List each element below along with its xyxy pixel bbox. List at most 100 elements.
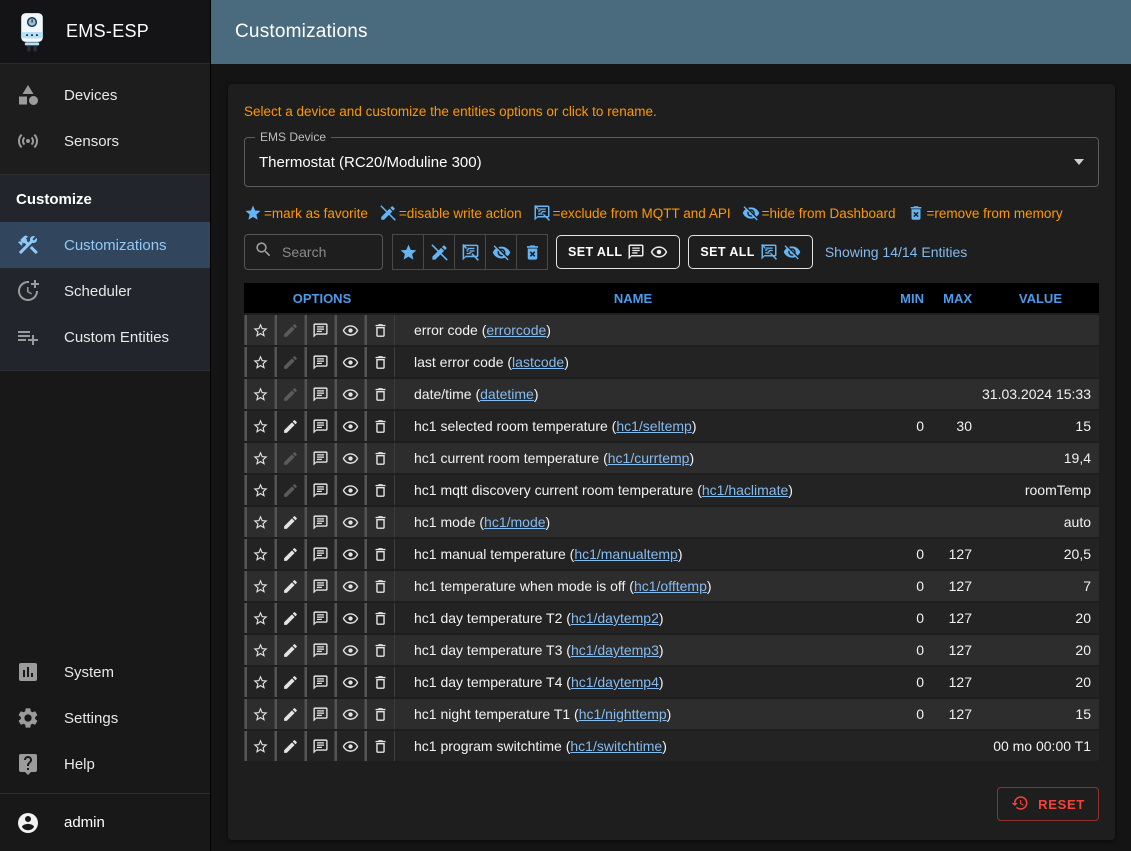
entity-shortname-link[interactable]: hc1/currtemp: [608, 450, 690, 466]
star-outline-option-button[interactable]: [245, 379, 275, 409]
star-outline-option-button[interactable]: [245, 667, 275, 697]
column-header-options[interactable]: OPTIONS: [244, 291, 400, 306]
comment-option-button[interactable]: [305, 635, 335, 665]
comment-option-button[interactable]: [305, 379, 335, 409]
delete-option-button[interactable]: [365, 571, 395, 601]
delete-option-button[interactable]: [365, 475, 395, 505]
comment-option-button[interactable]: [305, 411, 335, 441]
edit-option-button[interactable]: [275, 731, 305, 761]
star-outline-option-button[interactable]: [245, 411, 275, 441]
delete-option-button[interactable]: [365, 635, 395, 665]
delete-option-button[interactable]: [365, 507, 395, 537]
entity-shortname-link[interactable]: hc1/switchtime: [570, 738, 662, 754]
sidebar-item-devices[interactable]: Devices: [0, 72, 210, 118]
star-outline-option-button[interactable]: [245, 475, 275, 505]
comment-option-button[interactable]: [305, 507, 335, 537]
column-header-name[interactable]: NAME: [400, 291, 866, 306]
eye-option-button[interactable]: [335, 411, 365, 441]
eye-option-button[interactable]: [335, 699, 365, 729]
entity-shortname-link[interactable]: hc1/nighttemp: [579, 706, 667, 722]
star-outline-option-button[interactable]: [245, 315, 275, 345]
comment-option-button[interactable]: [305, 347, 335, 377]
sidebar-item-sensors[interactable]: Sensors: [0, 118, 210, 164]
sidebar-item-help[interactable]: Help: [0, 741, 210, 787]
entity-shortname-link[interactable]: hc1/daytemp3: [571, 642, 659, 658]
star-outline-option-button[interactable]: [245, 699, 275, 729]
eye-option-button[interactable]: [335, 539, 365, 569]
edit-option-button[interactable]: [275, 539, 305, 569]
edit-off-filter-button[interactable]: [423, 234, 455, 270]
eye-option-button[interactable]: [335, 571, 365, 601]
star-filter-button[interactable]: [392, 234, 424, 270]
eye-option-button[interactable]: [335, 475, 365, 505]
star-outline-option-button[interactable]: [245, 539, 275, 569]
edit-option-button[interactable]: [275, 667, 305, 697]
entity-shortname-link[interactable]: hc1/manualtemp: [574, 546, 678, 562]
edit-option-button[interactable]: [275, 507, 305, 537]
entity-shortname-link[interactable]: errorcode: [486, 322, 546, 338]
entity-shortname-link[interactable]: lastcode: [512, 354, 564, 370]
delete-option-button[interactable]: [365, 603, 395, 633]
delete-option-button[interactable]: [365, 379, 395, 409]
eye-option-button[interactable]: [335, 379, 365, 409]
comment-option-button[interactable]: [305, 603, 335, 633]
star-outline-option-button[interactable]: [245, 571, 275, 601]
entity-shortname-link[interactable]: hc1/daytemp4: [571, 674, 659, 690]
star-outline-option-button[interactable]: [245, 507, 275, 537]
edit-option-button[interactable]: [275, 699, 305, 729]
comment-option-button[interactable]: [305, 443, 335, 473]
eye-option-button[interactable]: [335, 507, 365, 537]
comment-option-button[interactable]: [305, 475, 335, 505]
edit-option-button[interactable]: [275, 635, 305, 665]
set-all-button-2[interactable]: SET ALL: [688, 235, 812, 269]
sidebar-item-customizations[interactable]: Customizations: [0, 222, 210, 268]
delete-option-button[interactable]: [365, 667, 395, 697]
reset-button[interactable]: RESET: [997, 787, 1099, 821]
entity-shortname-link[interactable]: datetime: [480, 386, 534, 402]
star-outline-option-button[interactable]: [245, 443, 275, 473]
sidebar-item-settings[interactable]: Settings: [0, 695, 210, 741]
delete-option-button[interactable]: [365, 539, 395, 569]
star-outline-option-button[interactable]: [245, 635, 275, 665]
edit-option-button[interactable]: [275, 571, 305, 601]
entity-shortname-link[interactable]: hc1/daytemp2: [571, 610, 659, 626]
delete-option-button[interactable]: [365, 443, 395, 473]
star-outline-option-button[interactable]: [245, 603, 275, 633]
entity-shortname-link[interactable]: hc1/seltemp: [616, 418, 691, 434]
edit-option-button[interactable]: [275, 411, 305, 441]
comment-option-button[interactable]: [305, 699, 335, 729]
comment-option-button[interactable]: [305, 731, 335, 761]
star-outline-option-button[interactable]: [245, 731, 275, 761]
comment-option-button[interactable]: [305, 315, 335, 345]
eye-option-button[interactable]: [335, 667, 365, 697]
delete-option-button[interactable]: [365, 315, 395, 345]
set-all-button-1[interactable]: SET ALL: [556, 235, 680, 269]
eye-option-button[interactable]: [335, 635, 365, 665]
sidebar-item-scheduler[interactable]: Scheduler: [0, 268, 210, 314]
search-box[interactable]: [244, 234, 383, 270]
entity-shortname-link[interactable]: hc1/haclimate: [702, 482, 788, 498]
search-input[interactable]: [280, 243, 373, 261]
sidebar-item-admin[interactable]: admin: [0, 793, 210, 851]
comment-option-button[interactable]: [305, 571, 335, 601]
entity-shortname-link[interactable]: hc1/mode: [484, 514, 545, 530]
delete-option-button[interactable]: [365, 411, 395, 441]
eye-option-button[interactable]: [335, 731, 365, 761]
comment-option-button[interactable]: [305, 667, 335, 697]
sidebar-item-system[interactable]: System: [0, 649, 210, 695]
comment-off-filter-button[interactable]: [454, 234, 486, 270]
comment-option-button[interactable]: [305, 539, 335, 569]
delete-option-button[interactable]: [365, 731, 395, 761]
entity-shortname-link[interactable]: hc1/offtemp: [634, 578, 707, 594]
ems-device-select[interactable]: EMS Device Thermostat (RC20/Moduline 300…: [244, 137, 1099, 187]
star-outline-option-button[interactable]: [245, 347, 275, 377]
delete-option-button[interactable]: [365, 699, 395, 729]
eye-option-button[interactable]: [335, 315, 365, 345]
eye-off-filter-button[interactable]: [485, 234, 517, 270]
edit-option-button[interactable]: [275, 603, 305, 633]
delete-forever-filter-button[interactable]: [516, 234, 548, 270]
eye-option-button[interactable]: [335, 603, 365, 633]
delete-option-button[interactable]: [365, 347, 395, 377]
eye-option-button[interactable]: [335, 443, 365, 473]
sidebar-item-custom-entities[interactable]: Custom Entities: [0, 314, 210, 360]
